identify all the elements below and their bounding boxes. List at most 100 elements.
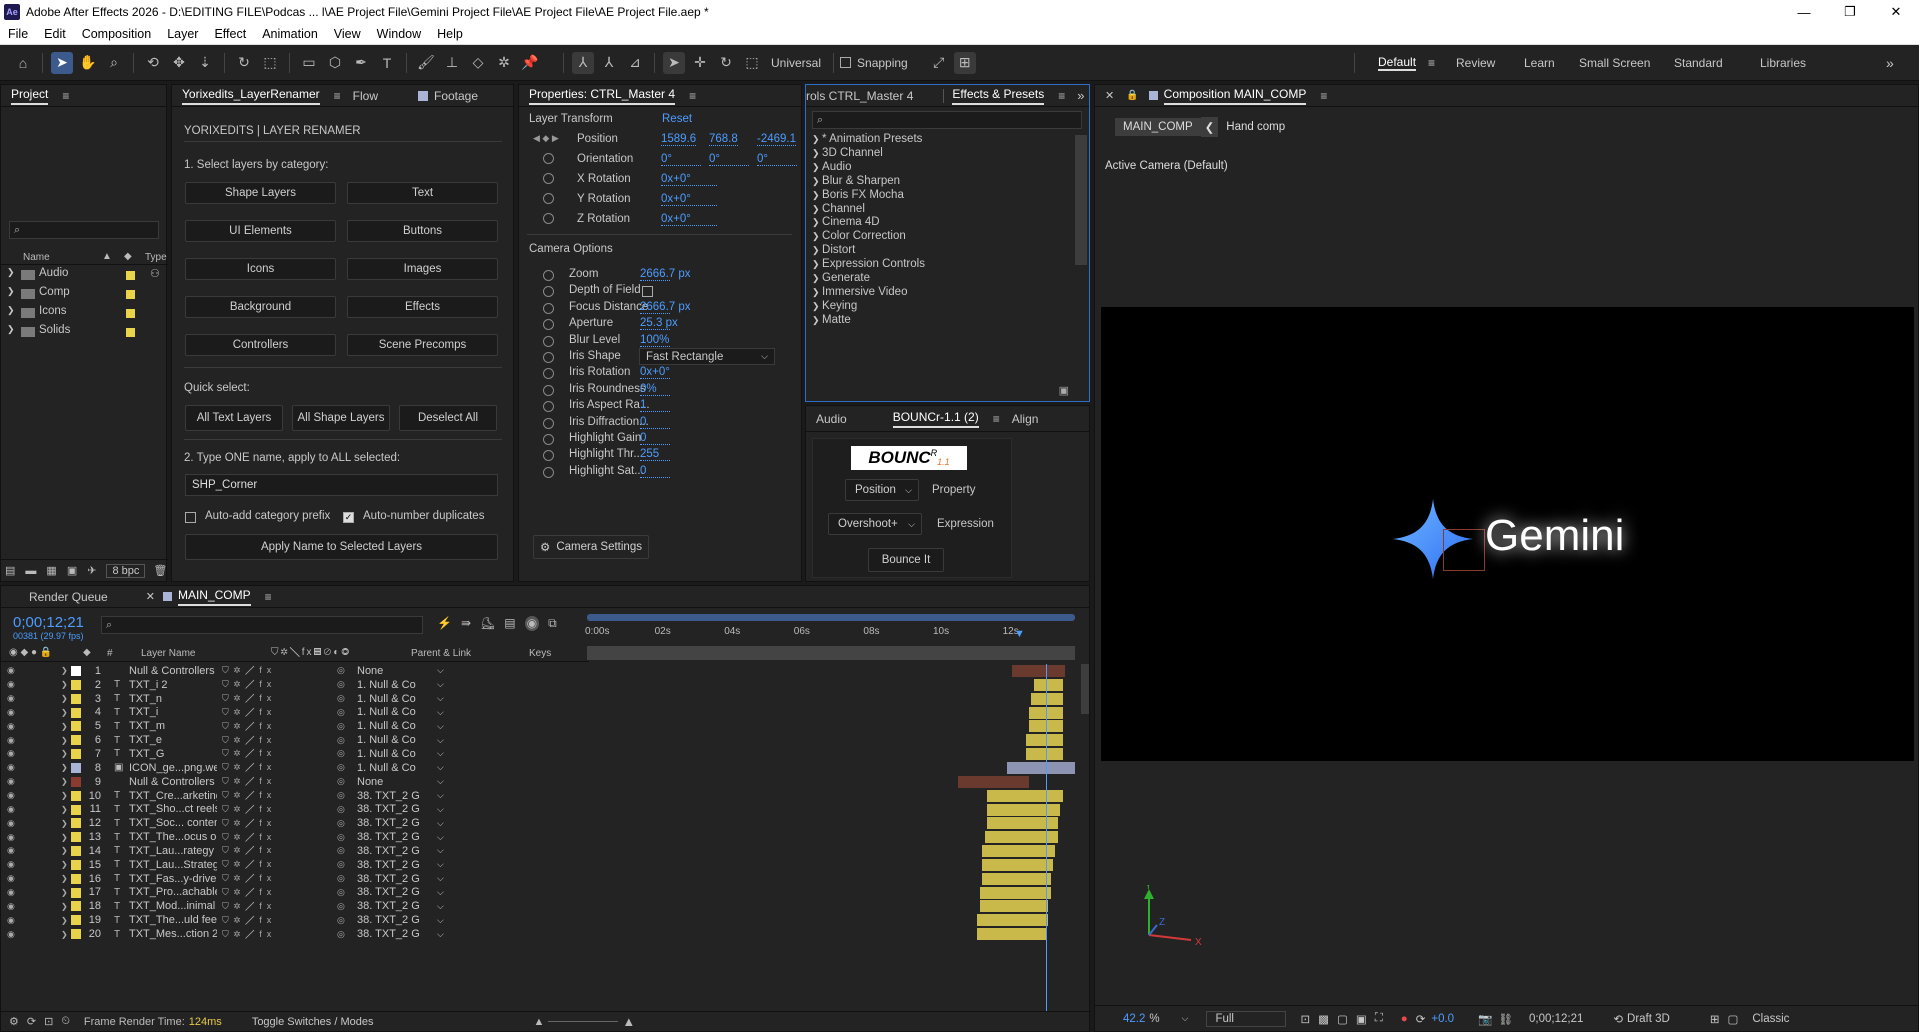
effects-category[interactable]: ❯ Boris FX Mocha (812, 189, 904, 201)
effects-category[interactable]: ❯ 3D Channel (812, 147, 883, 159)
all-shape-layers-button[interactable]: All Shape Layers (292, 405, 390, 431)
view-options-icon[interactable]: ▢ (1727, 1012, 1738, 1026)
layer-switches[interactable]: ⛉✲╱fx (222, 707, 276, 718)
orientation-x-value[interactable]: 0° (661, 153, 701, 166)
parent-pickwhip-icon[interactable]: ◎ (337, 707, 345, 718)
stopwatch-icon[interactable] (543, 368, 554, 380)
playhead-line[interactable] (1045, 664, 1047, 1011)
workspace-default[interactable]: Default (1378, 55, 1417, 71)
3d-scale-icon[interactable]: ⬚ (741, 52, 763, 74)
project-search-input[interactable]: ⌕ (9, 221, 159, 239)
project-item-audio[interactable]: ❯ Audio ⚇ (1, 267, 168, 286)
parent-pickwhip-icon[interactable]: ◎ (337, 693, 345, 704)
parent-pickwhip-icon[interactable]: ◎ (337, 832, 345, 843)
menu-window[interactable]: Window (369, 27, 429, 41)
tab-flow[interactable]: Flow (353, 89, 378, 103)
label-tag-icon[interactable]: ◆ (124, 251, 132, 262)
layer-switches[interactable]: ⛉✲╱fx (222, 859, 276, 870)
bounce-it-button[interactable]: Bounce It (868, 548, 944, 572)
world-axis-icon[interactable]: ⅄ (598, 52, 620, 74)
shy-layers-icon[interactable]: ⛸ (480, 616, 495, 631)
label-color-swatch[interactable] (71, 790, 81, 801)
table-row[interactable]: ◉ ❯ 7 T TXT_G ⛉✲╱fx ◎ 1. Null & Co ⌵ (1, 747, 479, 761)
effects-category[interactable]: ❯ Distort (812, 244, 855, 256)
layer-duration-bar[interactable] (982, 845, 1056, 858)
menu-layer[interactable]: Layer (159, 27, 206, 41)
parent-pickwhip-icon[interactable]: ◎ (337, 901, 345, 912)
label-color-swatch[interactable] (71, 804, 81, 815)
expand-arrow-icon[interactable]: ❯ (61, 708, 68, 717)
layer-name[interactable]: TXT_m (129, 720, 217, 732)
parent-select[interactable]: 1. Null & Co (357, 720, 421, 732)
parent-pickwhip-icon[interactable]: ◎ (337, 804, 345, 815)
layer-name[interactable]: TXT_Mod...inimal (129, 900, 217, 912)
parent-pickwhip-icon[interactable]: ◎ (337, 859, 345, 870)
label-color-swatch[interactable] (71, 776, 81, 787)
layer-name[interactable]: TXT_n (129, 693, 217, 705)
local-axis-icon[interactable]: ⅄ (572, 51, 594, 74)
column-layer-name[interactable]: Layer Name (141, 648, 195, 659)
parent-select[interactable]: 38. TXT_2 G (357, 900, 421, 912)
expand-arrow-icon[interactable]: ❯ (812, 176, 822, 186)
layer-duration-bar[interactable] (1006, 761, 1075, 774)
camera-option-value[interactable]: 0 (640, 432, 670, 445)
region-of-interest-icon[interactable]: ⊡ (1300, 1012, 1310, 1026)
expand-arrow-icon[interactable]: ❯ (812, 231, 822, 241)
expand-arrow-icon[interactable]: ❯ (61, 736, 68, 745)
camera-option-value[interactable]: 255 (640, 448, 670, 462)
stopwatch-icon[interactable] (543, 434, 554, 445)
av-features-icon[interactable]: ◉ ◆ ● 🔒 (9, 647, 52, 658)
stopwatch-icon[interactable] (543, 384, 554, 396)
expand-arrow-icon[interactable]: ❯ (7, 286, 15, 297)
classic-renderer-label[interactable]: Classic (1752, 1013, 1789, 1025)
transparency-grid-icon[interactable]: ▩ (1318, 1012, 1329, 1026)
label-color-swatch[interactable] (126, 309, 135, 318)
camera-option-value[interactable]: 25.3 px (640, 317, 678, 331)
visibility-eye-icon[interactable]: ◉ (7, 845, 15, 856)
parent-select[interactable]: 38. TXT_2 G (357, 859, 421, 871)
menu-edit[interactable]: Edit (36, 27, 74, 41)
layer-name-input[interactable]: SHP_Corner (185, 474, 498, 496)
ui-elements-button[interactable]: UI Elements (185, 220, 336, 242)
stopwatch-icon[interactable] (543, 286, 554, 298)
icons-button[interactable]: Icons (185, 258, 336, 280)
x-rotation-value[interactable]: 0x+0° (661, 173, 717, 186)
layer-duration-bar[interactable] (987, 789, 1063, 802)
view-axis-icon[interactable]: ⊿ (624, 52, 646, 74)
3d-selection-icon[interactable]: ➤ (663, 51, 685, 74)
layer-name[interactable]: TXT_Soc... content (129, 817, 217, 829)
expand-arrow-icon[interactable]: ❯ (7, 267, 15, 278)
visibility-eye-icon[interactable]: ◉ (7, 721, 15, 732)
depth-of-field-checkbox[interactable] (642, 286, 653, 298)
expand-arrow-icon[interactable]: ❯ (61, 777, 68, 786)
menu-composition[interactable]: Composition (74, 27, 159, 41)
parent-select[interactable]: 38. TXT_2 G (357, 845, 421, 857)
effects-category[interactable]: ❯ Cinema 4D (812, 216, 880, 228)
hand-tool-icon[interactable]: ✋ (77, 52, 99, 74)
table-row[interactable]: ◉ ❯ 15 T TXT_Lau...Strategy ⛉✲╱fx ◎ 38. TXT_2 G… (1, 858, 479, 872)
3d-rotate-icon[interactable]: ↻ (715, 52, 737, 74)
work-area-bar[interactable] (587, 614, 1075, 621)
reset-link[interactable]: Reset (662, 113, 692, 125)
effects-button[interactable]: Effects (347, 296, 498, 318)
color-channels-icon[interactable]: ● (1401, 1013, 1408, 1025)
tab-properties[interactable]: Properties: CTRL_Master 4 (529, 87, 676, 105)
project-item-solids[interactable]: ❯ Solids (1, 324, 168, 343)
camera-option-value[interactable]: 2666.7 px (640, 301, 691, 314)
camera-option-value[interactable]: 2666.7 px (640, 268, 691, 281)
snapshot-icon[interactable]: ⛶ (1375, 1012, 1383, 1025)
label-color-swatch[interactable] (71, 832, 81, 843)
stopwatch-icon[interactable] (543, 352, 554, 363)
puppet-pin-icon[interactable]: 📌 (519, 52, 541, 74)
tab-main-comp[interactable]: MAIN_COMP (177, 588, 251, 606)
expression-select[interactable]: Overshoot+ ⌵ (828, 513, 922, 535)
table-row[interactable]: ◉ ❯ 17 T TXT_Pro...achable ⛉✲╱fx ◎ 38. TXT_2 G ⌵ (1, 886, 479, 900)
layer-switches[interactable]: ⛉✲╱fx (222, 776, 276, 787)
3d-axis-gizmo-icon[interactable]: Y X Z (1135, 885, 1215, 955)
close-tab-icon[interactable]: ✕ (1105, 89, 1114, 102)
effects-category[interactable]: ❯ * Animation Presets (812, 133, 922, 145)
tab-effect-controls[interactable]: rols CTRL_Master 4 (806, 89, 913, 103)
new-bin-icon[interactable]: ▣ (1059, 384, 1069, 397)
parent-select[interactable]: 38. TXT_2 G (357, 914, 421, 926)
panel-menu-icon[interactable]: ≡ (334, 89, 341, 103)
